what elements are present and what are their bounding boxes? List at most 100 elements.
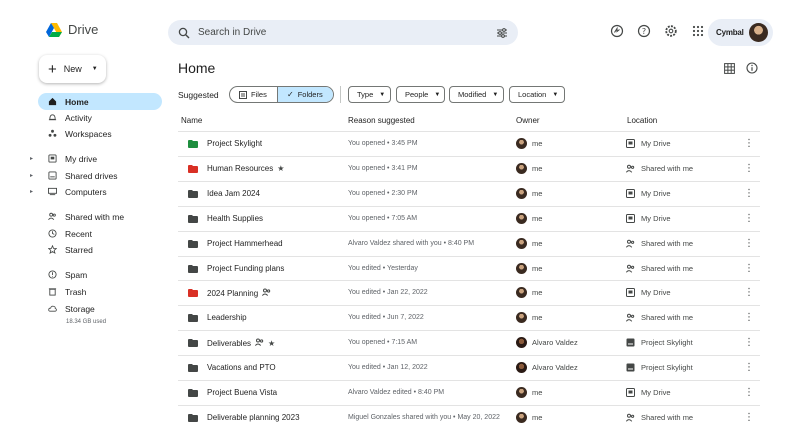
location-cell[interactable]: My Drive <box>626 188 671 198</box>
location-cell[interactable]: Project Skylight <box>626 363 693 372</box>
expand-arrow-icon[interactable]: ▸ <box>30 172 33 179</box>
account-switcher[interactable]: Cymbal <box>708 19 773 46</box>
location-cell[interactable]: My Drive <box>626 139 671 148</box>
drive-location-icon <box>626 188 635 198</box>
search-bar[interactable] <box>168 20 518 45</box>
sidebar-item-shared-drives[interactable]: ▸ Shared drives <box>30 167 162 184</box>
table-row[interactable]: Project Buena Vista Alvaro Valdez edited … <box>178 380 760 405</box>
table-row[interactable]: Deliverable planning 2023 Miguel Gonzales… <box>178 404 760 427</box>
folder-icon <box>188 289 198 298</box>
row-name[interactable]: Project Skylight <box>207 139 262 148</box>
sidebar-item-trash[interactable]: Trash <box>38 283 162 300</box>
table-row[interactable]: Vacations and PTO You edited • Jan 12, 20… <box>178 355 760 380</box>
more-options-icon[interactable]: ⋮ <box>744 287 754 298</box>
row-name[interactable]: Project Funding plans <box>207 264 284 273</box>
folder-icon <box>188 264 198 273</box>
more-options-icon[interactable]: ⋮ <box>744 138 754 149</box>
table-row[interactable]: Project Hammerhead Alvaro Valdez shared w… <box>178 230 760 256</box>
table-row[interactable]: Project Funding plans You edited • Yester… <box>178 255 760 281</box>
more-options-icon[interactable]: ⋮ <box>744 387 754 398</box>
offline-status-icon[interactable] <box>610 24 624 38</box>
location-cell[interactable]: Shared with me <box>626 413 693 422</box>
folder-name: Project Buena Vista <box>207 388 278 397</box>
folders-toggle-button[interactable]: ✓ Folders <box>278 87 333 102</box>
location-name: Project Skylight <box>641 338 693 348</box>
table-row[interactable]: 2024 Planning You edited • Jan 22, 2022 me… <box>178 280 760 305</box>
location-cell[interactable]: My Drive <box>626 213 671 223</box>
more-options-icon[interactable]: ⋮ <box>744 238 754 249</box>
filter-chip-people[interactable]: People ▼ <box>396 86 445 103</box>
trash-icon <box>48 288 57 296</box>
apps-grid-icon[interactable] <box>691 24 705 38</box>
filter-chip-modified[interactable]: Modified ▼ <box>449 86 504 103</box>
user-avatar[interactable] <box>748 23 768 42</box>
location-cell[interactable]: Shared with me <box>626 239 693 248</box>
files-toggle-button[interactable]: Files <box>230 87 278 102</box>
row-name[interactable]: Project Buena Vista <box>207 388 277 397</box>
row-name[interactable]: Deliverable planning 2023 <box>207 413 300 422</box>
filter-chip-location[interactable]: Location ▼ <box>509 86 565 103</box>
filter-chip-type[interactable]: Type ▼ <box>348 86 391 103</box>
reason-suggested: Miguel Gonzales shared with you • May 20… <box>348 413 500 421</box>
starred-icon: ★ <box>268 338 276 348</box>
sidebar-item-starred[interactable]: Starred <box>38 241 162 258</box>
search-input[interactable] <box>198 27 496 38</box>
row-name[interactable]: Health Supplies <box>207 214 263 223</box>
table-row[interactable]: Deliverables ★ You opened • 7:15 AM Alvaro … <box>178 330 760 355</box>
table-row[interactable]: Health Supplies You opened • 7:05 AM me My … <box>178 205 760 231</box>
info-icon[interactable] <box>746 62 758 74</box>
sidebar-item-workspaces[interactable]: Workspaces <box>38 125 162 142</box>
search-options-icon[interactable] <box>496 27 508 39</box>
sidebar-item-my-drive[interactable]: ▸ My drive <box>30 150 162 167</box>
more-options-icon[interactable]: ⋮ <box>744 188 754 199</box>
settings-icon[interactable] <box>664 24 678 38</box>
row-name[interactable]: Leadership <box>207 313 247 322</box>
more-options-icon[interactable]: ⋮ <box>744 213 754 224</box>
sidebar-item-label: Spam <box>65 269 88 280</box>
table-row[interactable]: Leadership You edited • Jun 7, 2022 me Shar… <box>178 305 760 330</box>
row-name[interactable]: 2024 Planning <box>207 288 271 298</box>
table-row[interactable]: Idea Jam 2024 You opened • 2:30 PM me My Dr… <box>178 180 760 206</box>
reason-suggested: You opened • 3:41 PM <box>348 164 418 172</box>
row-name[interactable]: Idea Jam 2024 <box>207 189 260 198</box>
more-options-icon[interactable]: ⋮ <box>744 362 754 373</box>
sidebar-item-recent[interactable]: Recent <box>38 225 162 242</box>
table-row[interactable]: Human Resources ★ You opened • 3:41 PM me Sh… <box>178 155 760 181</box>
people-location-icon <box>626 264 635 273</box>
search-icon[interactable] <box>178 27 190 39</box>
row-name[interactable]: Vacations and PTO <box>207 363 276 372</box>
sidebar-item-activity[interactable]: Activity <box>38 109 162 126</box>
sidebar-item-computers[interactable]: ▸ Computers <box>30 183 162 200</box>
cloud-icon <box>48 305 57 312</box>
column-header-name[interactable]: Name <box>181 116 202 125</box>
new-button[interactable]: + New ▼ <box>39 55 106 83</box>
row-name[interactable]: Human Resources ★ <box>207 164 284 173</box>
sidebar-item-label: Activity <box>65 112 92 123</box>
more-options-icon[interactable]: ⋮ <box>744 263 754 274</box>
more-options-icon[interactable]: ⋮ <box>744 337 754 348</box>
more-options-icon[interactable]: ⋮ <box>744 412 754 423</box>
location-cell[interactable]: Shared with me <box>626 264 693 273</box>
location-cell[interactable]: Shared with me <box>626 313 693 322</box>
location-cell[interactable]: Shared with me <box>626 164 693 173</box>
row-name[interactable]: Project Hammerhead <box>207 239 283 248</box>
location-cell[interactable]: My Drive <box>626 388 671 397</box>
sidebar-item-home[interactable]: Home <box>38 93 162 110</box>
column-header-reason: Reason suggested <box>348 116 415 125</box>
expand-arrow-icon[interactable]: ▸ <box>30 155 33 162</box>
help-icon[interactable]: ? <box>637 24 651 38</box>
location-cell[interactable]: Project Skylight <box>626 338 693 347</box>
table-row[interactable]: Project Skylight You opened • 3:45 PM me My… <box>178 131 760 156</box>
expand-arrow-icon[interactable]: ▸ <box>30 188 33 195</box>
sidebar-item-spam[interactable]: Spam <box>38 266 162 283</box>
more-options-icon[interactable]: ⋮ <box>744 312 754 323</box>
owner-name: me <box>532 139 543 148</box>
location-cell[interactable]: My Drive <box>626 288 671 298</box>
drive-logo[interactable]: Drive <box>46 22 98 37</box>
folder-name: Deliverables <box>207 338 252 348</box>
row-name[interactable]: Deliverables ★ <box>207 338 275 348</box>
grid-view-icon[interactable] <box>724 63 735 74</box>
more-options-icon[interactable]: ⋮ <box>744 163 754 174</box>
sidebar-item-shared-with-me[interactable]: Shared with me <box>38 208 162 225</box>
sidebar-item-storage[interactable]: Storage <box>38 300 162 317</box>
